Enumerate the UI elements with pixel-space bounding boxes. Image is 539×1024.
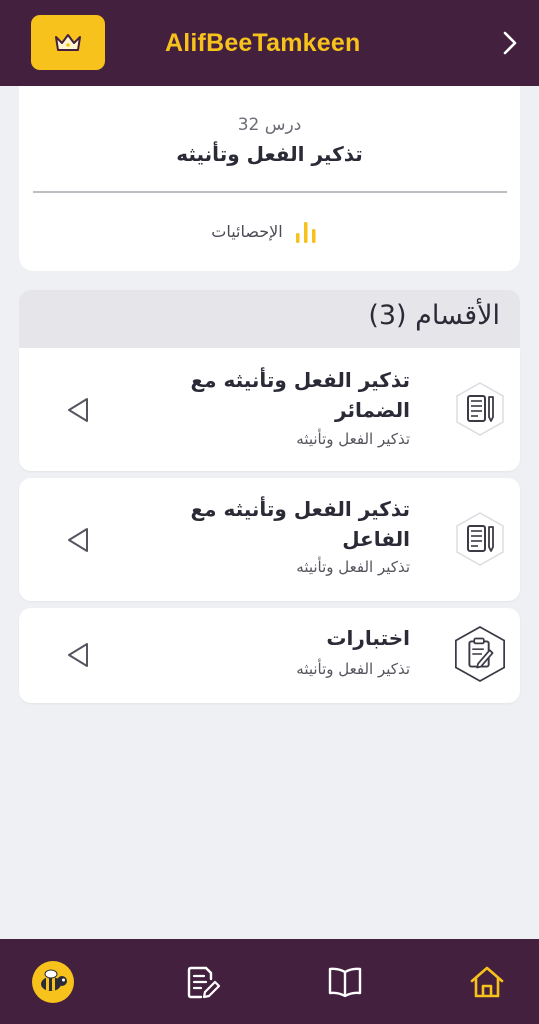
play-arrow-icon[interactable] [64,395,92,425]
clipboard-pencil-icon [452,625,508,683]
lesson-number: درس 32 [237,115,302,135]
section-item[interactable]: تذكير الفعل وتأنيثه مع الضمائر تذكير الف… [19,348,520,471]
top-bar: AlifBeeTamkeen [0,0,539,86]
lesson-title: تذكير الفعل وتأنيثه [176,142,363,166]
play-arrow-icon[interactable] [64,525,92,555]
bee-avatar-icon[interactable] [30,959,76,1005]
statistics-label: الإحصائيات [211,221,283,241]
section-subtitle: تذكير الفعل وتأنيثه [296,430,410,448]
bottom-navigation [0,939,539,1024]
section-subtitle: تذكير الفعل وتأنيثه [296,660,410,678]
section-item[interactable]: تذكير الفعل وتأنيثه مع الفاعل تذكير الفع… [19,478,520,601]
section-title: اختبارات [326,626,410,650]
bar-chart-icon [295,222,316,243]
section-item[interactable]: اختبارات تذكير الفعل وتأنيثه [19,608,520,703]
notebook-pencil-icon [452,381,508,437]
document-edit-icon[interactable] [179,959,225,1005]
section-subtitle: تذكير الفعل وتأنيثه [296,558,410,576]
home-icon[interactable] [464,959,510,1005]
play-arrow-icon[interactable] [64,640,92,670]
sections-title: الأقسام (3) [368,300,500,331]
section-title: تذكير الفعل وتأنيثه مع الفاعل [190,497,410,551]
brand-logo: AlifBeeTamkeen [165,29,361,57]
crown-icon [55,33,81,51]
divider [33,191,507,193]
sections-header: الأقسام (3) [19,290,520,348]
premium-button[interactable] [31,15,105,70]
notebook-pencil-icon [452,511,508,567]
chevron-right-icon[interactable] [499,28,521,58]
section-title: تذكير الفعل وتأنيثه مع الضمائر [190,368,410,422]
statistics-link[interactable]: الإحصائيات [200,215,330,247]
open-book-icon[interactable] [322,959,368,1005]
